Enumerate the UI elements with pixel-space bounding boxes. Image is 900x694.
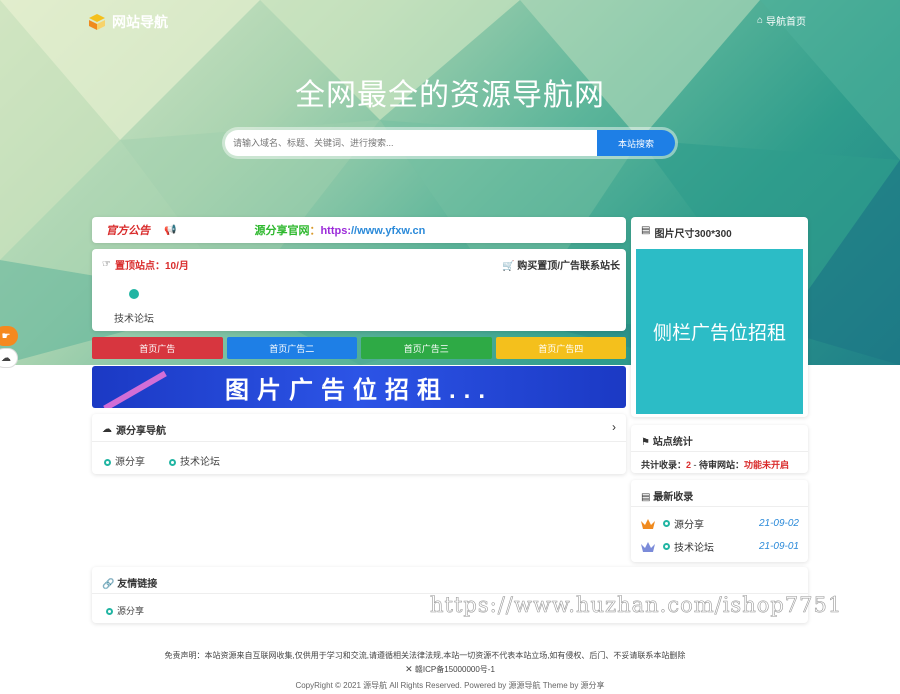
latest-item[interactable]: 技术论坛 21-09-01 (641, 539, 799, 554)
buy-pinned-link[interactable]: 🛒 购买置顶/广告联系站长 (502, 257, 620, 272)
image-ad-banner[interactable]: 图片广告位招租... (92, 366, 626, 408)
side-ad-header: ▤ 图片尺寸300*300 (641, 225, 732, 240)
pinned-site-label: 技术论坛 (114, 314, 154, 325)
search-button[interactable]: 本站搜索 (597, 130, 675, 156)
logo-cube-icon (89, 14, 105, 30)
pinned-site-item[interactable]: 技术论坛 (114, 289, 154, 325)
friend-links-header: 🔗 友情链接 (102, 575, 157, 590)
stats-sep: - (691, 460, 700, 470)
map-pin-icon (129, 289, 139, 299)
side-ad-title: 图片尺寸300*300 (654, 229, 732, 240)
notice-text-a: 源分享官网 (254, 225, 310, 237)
nav-section-title: 源分享导航 (116, 426, 166, 437)
stats-title: 站点统计 (652, 437, 693, 448)
footer-icp-label: 赣ICP备15000000号-1 (414, 665, 495, 674)
book-icon: ▤ (641, 225, 651, 236)
friend-links-title: 友情链接 (117, 579, 158, 590)
shield-icon: ✕ (405, 664, 413, 674)
map-pin-icon (169, 459, 176, 466)
nav-link[interactable]: 源分享 (104, 453, 145, 468)
ad-buttons-row: 首页广告 首页广告二 首页广告三 首页广告四 (92, 337, 626, 359)
pinned-sites-card: ☞ 置顶站点：10/月 🛒 购买置顶/广告联系站长 技术论坛 (92, 249, 626, 331)
hand-icon: ☛ (1, 330, 11, 342)
pinned-header: ☞ 置顶站点：10/月 (102, 257, 189, 272)
footer-disclaimer: 免责声明：本站资源来自互联网收集,仅供用于学习和交流,请遵循相关法律法规,本站一… (164, 651, 686, 660)
ad-button-1[interactable]: 首页广告 (92, 337, 223, 359)
link-icon: 🔗 (102, 579, 115, 590)
banner-stripe (103, 370, 167, 408)
ad-button-4[interactable]: 首页广告四 (495, 337, 626, 359)
notice-text[interactable]: 源分享官网：https://www.yfxw.cn (254, 222, 425, 238)
search-input[interactable] (225, 130, 597, 156)
buy-pinned-label: 购买置顶/广告联系站长 (517, 261, 620, 272)
nav-section-card: ☁ 源分享导航 › 源分享 技术论坛 (92, 414, 626, 474)
nav-home-label: 导航首页 (766, 17, 806, 28)
stats-pending-value: 功能未开启 (744, 460, 790, 470)
stats-card: ⚑ 站点统计 共计收录：2 - 待审网站：功能未开启 (631, 425, 808, 473)
ad-button-3[interactable]: 首页广告三 (361, 337, 492, 359)
site-logo[interactable]: 网站导航 (88, 12, 168, 32)
notice-text-c: https: (320, 225, 351, 237)
nav-link[interactable]: 技术论坛 (169, 453, 220, 468)
divider (92, 441, 626, 442)
divider (631, 506, 808, 507)
cloud-icon: ☁ (102, 424, 112, 435)
nav-section-header: ☁ 源分享导航 (102, 422, 166, 437)
home-icon: ⌂ (756, 15, 763, 26)
logo-text: 网站导航 (112, 14, 168, 30)
thumb-icon: ☞ (102, 259, 111, 270)
friend-link-label: 源分享 (117, 606, 145, 616)
search-bar: 本站搜索 (222, 127, 678, 159)
latest-item-name: 源分享 (674, 520, 704, 531)
banner-text: 图片广告位招租... (224, 376, 493, 404)
float-cloud-button[interactable]: ☁ (0, 348, 18, 368)
book-icon: ▤ (641, 492, 651, 503)
stats-header: ⚑ 站点统计 (641, 433, 693, 448)
footer: 免责声明：本站资源来自互联网收集,仅供用于学习和交流,请遵循相关法律法规,本站一… (0, 634, 900, 694)
side-ad-image[interactable]: 侧栏广告位招租 (636, 249, 803, 414)
nav-link-label: 技术论坛 (180, 457, 220, 468)
watermark: https://www.huzhan.com/ishop7751 (430, 593, 843, 618)
latest-card: ▤ 最新收录 源分享 21-09-02 技术论坛 21-09-01 (631, 480, 808, 562)
map-pin-icon (663, 543, 670, 550)
latest-header: ▤ 最新收录 (641, 488, 693, 503)
latest-item-date: 21-09-02 (758, 518, 799, 529)
notice-label: 官方公告 (106, 225, 150, 237)
latest-title: 最新收录 (653, 492, 694, 503)
footer-copyright: CopyRight © 2021 源导航 All Rights Reserved… (295, 681, 605, 690)
stats-pending-label: 待审网站： (699, 460, 745, 470)
ad-button-2[interactable]: 首页广告二 (226, 337, 357, 359)
pinned-title: 置顶站点：10/月 (114, 261, 189, 272)
footer-icp[interactable]: ✕ 赣ICP备15000000号-1 (0, 664, 900, 675)
cloud-icon: ☁ (1, 352, 11, 364)
nav-links: 源分享 技术论坛 (104, 453, 220, 468)
latest-item[interactable]: 源分享 21-09-02 (641, 516, 799, 531)
map-pin-icon (663, 520, 670, 527)
nav-home-link[interactable]: ⌂ 导航首页 (757, 13, 806, 28)
megaphone-icon: 📢 (164, 224, 177, 236)
chevron-right-icon[interactable]: › (612, 420, 616, 434)
divider (631, 451, 808, 452)
latest-item-name: 技术论坛 (674, 543, 714, 554)
nav-link-label: 源分享 (115, 457, 145, 468)
notice-text-b: ： (309, 225, 321, 237)
hero-title: 全网最全的资源导航网 (295, 79, 605, 112)
stats-body: 共计收录：2 - 待审网站：功能未开启 (641, 458, 789, 471)
flag-icon: ⚑ (641, 437, 650, 448)
stats-total-label: 共计收录： (641, 460, 687, 470)
notice-text-d: //www.yfxw.cn (351, 225, 426, 237)
cart-icon: 🛒 (501, 261, 515, 272)
crown-icon (641, 541, 655, 552)
crown-icon (641, 518, 655, 529)
latest-item-date: 21-09-01 (758, 541, 799, 552)
notice-bar: 官方公告 📢 源分享官网：https://www.yfxw.cn (92, 217, 626, 243)
map-pin-icon (104, 459, 111, 466)
side-ad-card: ▤ 图片尺寸300*300 侧栏广告位招租 (631, 217, 808, 417)
friend-link[interactable]: 源分享 (106, 604, 144, 617)
map-pin-icon (106, 608, 113, 615)
